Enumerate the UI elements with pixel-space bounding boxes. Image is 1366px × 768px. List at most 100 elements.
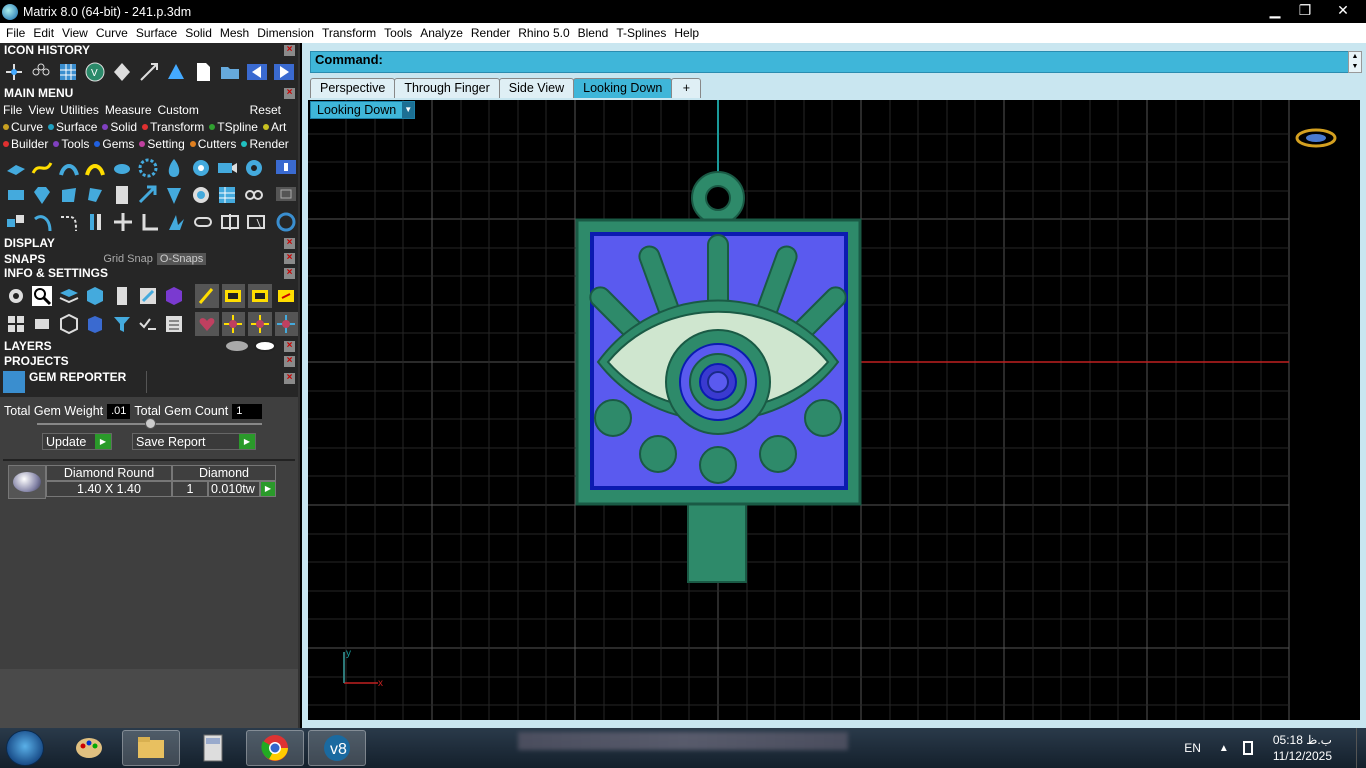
list-icon[interactable] <box>163 312 186 336</box>
update-button[interactable]: Update ▶ <box>42 433 112 450</box>
windows-icon[interactable] <box>4 312 27 336</box>
menu-render[interactable]: Render <box>467 26 514 40</box>
drop-icon[interactable] <box>163 156 186 180</box>
paint-app-icon[interactable] <box>60 730 118 766</box>
viewport-looking-down[interactable]: Looking Down ▼ y x <box>308 100 1360 720</box>
cone-icon[interactable] <box>164 60 188 84</box>
command-bar[interactable]: Command: <box>310 51 1354 73</box>
fan-icon[interactable] <box>163 183 186 207</box>
filter-icon[interactable] <box>110 312 133 336</box>
bezel-icon[interactable] <box>57 183 80 207</box>
menu-item-builder[interactable]: Builder <box>0 137 50 151</box>
purple-cube-icon[interactable] <box>163 284 186 308</box>
table-icon[interactable] <box>216 183 239 207</box>
tab-through-finger[interactable]: Through Finger <box>394 78 500 98</box>
cube-icon[interactable] <box>83 284 106 308</box>
plane-icon[interactable] <box>4 156 27 180</box>
menu-analyze[interactable]: Analyze <box>416 26 467 40</box>
ring-plane-icon[interactable] <box>4 183 27 207</box>
back-arrow-icon[interactable] <box>245 60 269 84</box>
node-3-icon[interactable] <box>274 312 298 336</box>
stack-small-icon[interactable] <box>275 183 298 207</box>
menu-item-setting[interactable]: Setting <box>136 137 186 151</box>
menu-item-tools[interactable]: Tools <box>50 137 91 151</box>
explorer-app-icon[interactable] <box>122 730 180 766</box>
tab-view[interactable]: View <box>25 103 57 117</box>
revolve-icon[interactable] <box>110 156 133 180</box>
magnifier-icon[interactable] <box>30 284 53 308</box>
scale-icon[interactable] <box>137 60 161 84</box>
open-folder-icon[interactable] <box>218 60 242 84</box>
close-icon[interactable]: × <box>284 373 295 384</box>
row-action-icon[interactable]: ▶ <box>260 481 276 497</box>
close-icon[interactable]: × <box>284 238 295 249</box>
matrix-app-icon[interactable]: v8 <box>308 730 366 766</box>
tab-perspective[interactable]: Perspective <box>310 78 396 98</box>
tab-file[interactable]: File <box>0 103 25 117</box>
cluster-icon[interactable] <box>242 183 265 207</box>
menu-file[interactable]: File <box>2 26 29 40</box>
camera-icon[interactable] <box>216 156 239 180</box>
show-desktop-button[interactable] <box>1356 728 1366 768</box>
arc-icon[interactable] <box>31 210 55 234</box>
points-icon[interactable] <box>29 60 53 84</box>
document-icon[interactable] <box>110 183 133 207</box>
close-icon[interactable]: × <box>284 88 295 99</box>
close-icon[interactable]: × <box>284 341 295 352</box>
ring-icon[interactable] <box>274 210 298 234</box>
brush-icon[interactable] <box>195 284 219 308</box>
menu-mesh[interactable]: Mesh <box>216 26 253 40</box>
vray-icon[interactable]: V <box>83 60 107 84</box>
start-button[interactable] <box>6 730 44 766</box>
add-tab-button[interactable]: + <box>671 78 702 98</box>
chevron-down-icon[interactable]: ▼ <box>402 102 415 118</box>
settings-icon[interactable] <box>4 284 27 308</box>
layers-stack-icon[interactable] <box>57 284 80 308</box>
export-icon[interactable] <box>275 284 298 308</box>
diamond-icon[interactable] <box>110 60 134 84</box>
calculator-app-icon[interactable] <box>184 730 242 766</box>
transfer-2-icon[interactable] <box>248 284 272 308</box>
new-file-icon[interactable] <box>191 60 215 84</box>
language-indicator[interactable]: EN <box>1184 741 1201 755</box>
close-button[interactable]: ✕ <box>1320 0 1366 20</box>
eye-icon[interactable] <box>254 340 276 352</box>
arrow-tool-icon[interactable] <box>136 183 159 207</box>
gem-icon[interactable] <box>30 183 53 207</box>
heart-icon[interactable] <box>195 312 219 336</box>
viewport-canvas[interactable]: y x <box>308 100 1360 720</box>
flower-icon[interactable] <box>189 156 212 180</box>
menu-edit[interactable]: Edit <box>29 26 58 40</box>
blue-cube-icon[interactable] <box>83 312 106 336</box>
corner-icon[interactable] <box>138 210 162 234</box>
battery-icon[interactable] <box>1242 741 1253 755</box>
pattern-icon[interactable] <box>136 156 159 180</box>
menu-item-curve[interactable]: Curve <box>0 120 45 134</box>
link-icon[interactable] <box>191 210 215 234</box>
command-scroll[interactable]: ▲ ▼ <box>1348 51 1362 73</box>
menu-item-transform[interactable]: Transform <box>139 120 206 134</box>
menu-item-tspline[interactable]: TSpline <box>206 120 260 134</box>
close-icon[interactable]: × <box>284 45 295 56</box>
menu-item-surface[interactable]: Surface <box>45 120 99 134</box>
checklist-icon[interactable] <box>136 312 159 336</box>
menu-item-solid[interactable]: Solid <box>99 120 139 134</box>
menu-curve[interactable]: Curve <box>92 26 132 40</box>
splash-icon[interactable] <box>164 210 188 234</box>
diamond-thumbnail[interactable] <box>8 465 46 499</box>
cog-icon[interactable] <box>189 183 212 207</box>
osnaps-toggle[interactable]: O-Snaps <box>156 252 207 265</box>
tab-utilities[interactable]: Utilities <box>57 103 102 117</box>
menu-blend[interactable]: Blend <box>574 26 613 40</box>
curve-surface-icon[interactable] <box>30 156 53 180</box>
tab-measure[interactable]: Measure <box>102 103 155 117</box>
menu-solid[interactable]: Solid <box>181 26 216 40</box>
tab-looking-down[interactable]: Looking Down <box>573 78 673 98</box>
viewport-label[interactable]: Looking Down ▼ <box>310 101 416 119</box>
loft-icon[interactable] <box>57 156 80 180</box>
menu-view[interactable]: View <box>58 26 92 40</box>
menu-item-gems[interactable]: Gems <box>91 137 136 151</box>
chrome-app-icon[interactable] <box>246 730 304 766</box>
box-icon[interactable] <box>57 312 80 336</box>
close-icon[interactable]: × <box>284 268 295 279</box>
